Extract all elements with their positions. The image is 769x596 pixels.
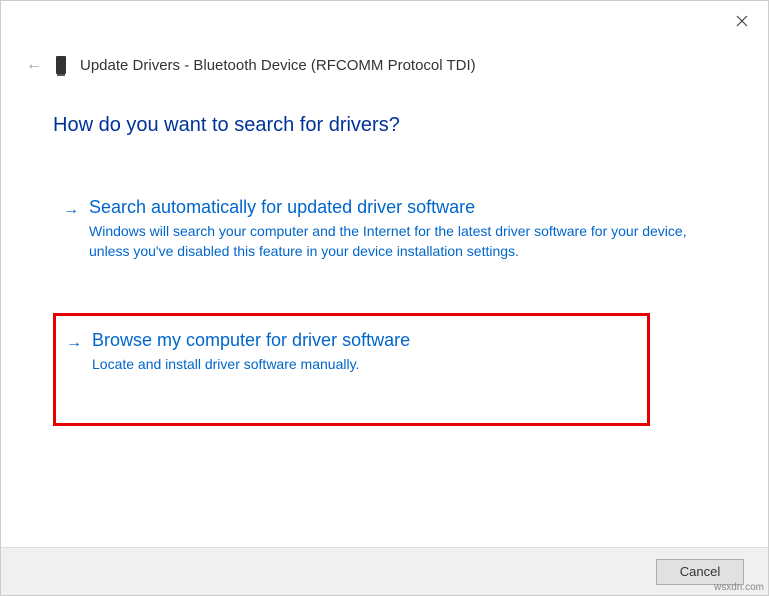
watermark-text: wsxdn.com bbox=[714, 582, 764, 593]
close-icon bbox=[736, 15, 748, 27]
search-automatically-option[interactable]: → Search automatically for updated drive… bbox=[53, 183, 708, 281]
search-auto-title: Search automatically for updated driver … bbox=[89, 197, 692, 218]
dialog-header: ← Update Drivers - Bluetooth Device (RFC… bbox=[26, 56, 476, 74]
close-button[interactable] bbox=[734, 13, 750, 29]
arrow-right-icon: → bbox=[66, 334, 82, 352]
arrow-right-icon: → bbox=[63, 201, 79, 219]
dialog-title: Update Drivers - Bluetooth Device (RFCOM… bbox=[80, 57, 476, 74]
back-arrow-icon[interactable]: ← bbox=[26, 56, 42, 74]
cancel-button[interactable]: Cancel bbox=[656, 559, 744, 585]
search-auto-description: Windows will search your computer and th… bbox=[89, 222, 692, 261]
device-icon bbox=[56, 56, 66, 74]
browse-computer-option[interactable]: → Browse my computer for driver software… bbox=[53, 313, 650, 426]
browse-description: Locate and install driver software manua… bbox=[92, 355, 631, 375]
dialog-footer: Cancel bbox=[1, 547, 768, 595]
page-heading: How do you want to search for drivers? bbox=[53, 114, 400, 137]
cancel-button-label: Cancel bbox=[680, 564, 720, 579]
browse-title: Browse my computer for driver software bbox=[92, 330, 631, 351]
